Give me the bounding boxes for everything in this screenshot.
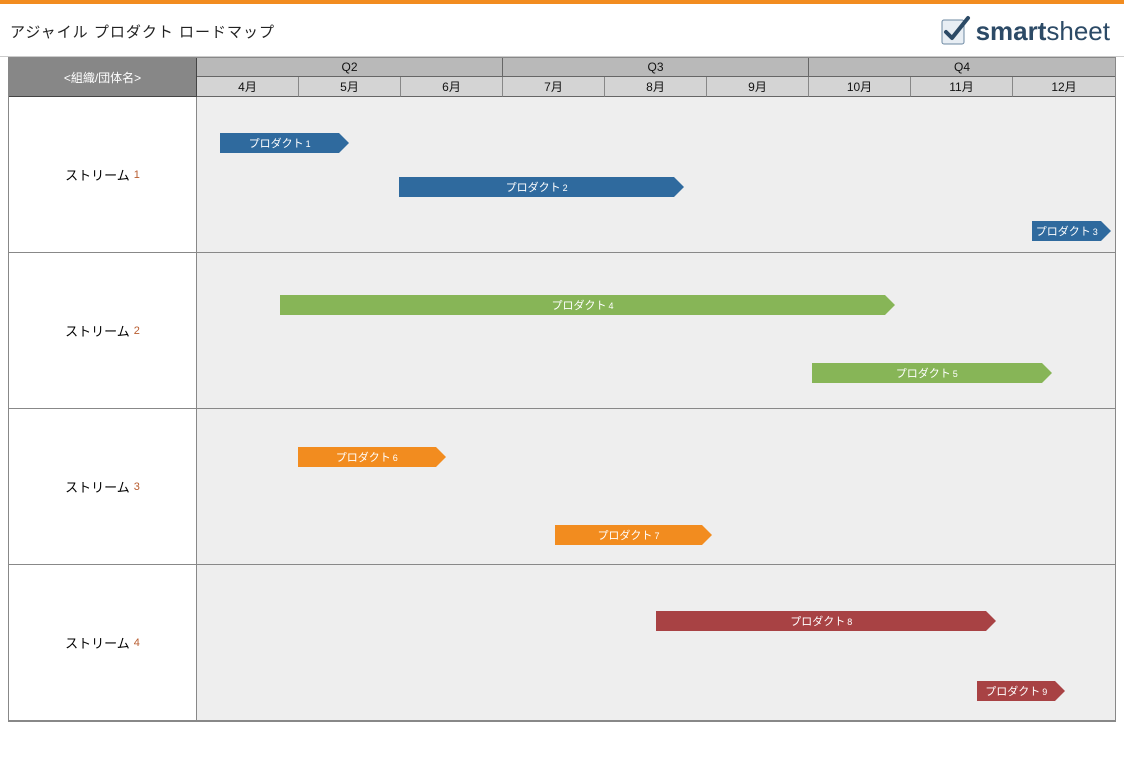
logo-text-bold: smart [976,16,1047,46]
product-bar-4[interactable]: プロダクト4 [280,295,886,315]
stream-body-1: プロダクト1 プロダクト2 プロダクト3 [197,97,1115,253]
product-label: プロダクト [896,368,951,380]
month-row: 4月 5月 6月 7月 8月 9月 10月 11月 12月 [197,77,1115,97]
product-label: プロダクト [597,530,652,542]
product-num: 7 [654,531,659,541]
product-label: プロダクト [336,452,391,464]
quarter-cell: Q3 [503,58,809,77]
stream-label-num: 1 [134,169,140,181]
month-cell: 6月 [401,77,503,97]
product-bar-7[interactable]: プロダクト7 [555,525,702,545]
stream-label-4: ストリーム 4 [9,565,197,721]
quarter-cell: Q2 [197,58,503,77]
stream-label-num: 2 [134,325,140,337]
product-num: 4 [609,301,614,311]
stream-label-text: ストリーム [65,477,130,496]
product-bar-3[interactable]: プロダクト3 [1032,221,1101,241]
quarter-cell: Q4 [809,58,1115,77]
stream-body-4: プロダクト8 プロダクト9 [197,565,1115,721]
product-num: 5 [953,369,958,379]
month-cell: 10月 [809,77,911,97]
month-cell: 8月 [605,77,707,97]
product-num: 1 [306,139,311,149]
page-title: アジャイル プロダクト ロードマップ [10,21,275,42]
product-label: プロダクト [790,616,845,628]
stream-label-num: 4 [134,637,140,649]
stream-label-text: ストリーム [65,321,130,340]
stream-body-3: プロダクト6 プロダクト7 [197,409,1115,565]
product-num: 8 [847,617,852,627]
product-bar-1[interactable]: プロダクト1 [220,133,339,153]
header: アジャイル プロダクト ロードマップ smartsheet [0,4,1124,57]
product-label: プロダクト [1036,226,1091,238]
corner-org-label: <組織/団体名> [9,58,197,97]
month-cell: 5月 [299,77,401,97]
product-bar-8[interactable]: プロダクト8 [656,611,986,631]
product-num: 6 [393,453,398,463]
logo-text-light: sheet [1046,16,1110,46]
quarter-row: Q2 Q3 Q4 [197,58,1115,77]
product-num: 9 [1042,687,1047,697]
stream-label-num: 3 [134,481,140,493]
month-cell: 7月 [503,77,605,97]
product-label: プロダクト [249,138,304,150]
product-num: 2 [563,183,568,193]
month-cell: 4月 [197,77,299,97]
stream-label-1: ストリーム 1 [9,97,197,253]
product-bar-9[interactable]: プロダクト9 [977,681,1055,701]
product-bar-5[interactable]: プロダクト5 [812,363,1042,383]
product-num: 3 [1093,227,1098,237]
month-cell: 11月 [911,77,1013,97]
month-cell: 12月 [1013,77,1115,97]
stream-label-text: ストリーム [65,165,130,184]
stream-label-text: ストリーム [65,633,130,652]
logo-text: smartsheet [976,16,1110,47]
check-icon [938,14,972,48]
roadmap-grid: <組織/団体名> Q2 Q3 Q4 4月 5月 6月 7月 8月 9月 10月 … [8,57,1116,722]
product-label: プロダクト [985,686,1040,698]
stream-body-2: プロダクト4 プロダクト5 [197,253,1115,409]
product-bar-2[interactable]: プロダクト2 [399,177,674,197]
product-label: プロダクト [552,300,607,312]
stream-label-2: ストリーム 2 [9,253,197,409]
month-cell: 9月 [707,77,809,97]
smartsheet-logo: smartsheet [938,14,1110,48]
product-label: プロダクト [506,182,561,194]
product-bar-6[interactable]: プロダクト6 [298,447,436,467]
stream-label-3: ストリーム 3 [9,409,197,565]
